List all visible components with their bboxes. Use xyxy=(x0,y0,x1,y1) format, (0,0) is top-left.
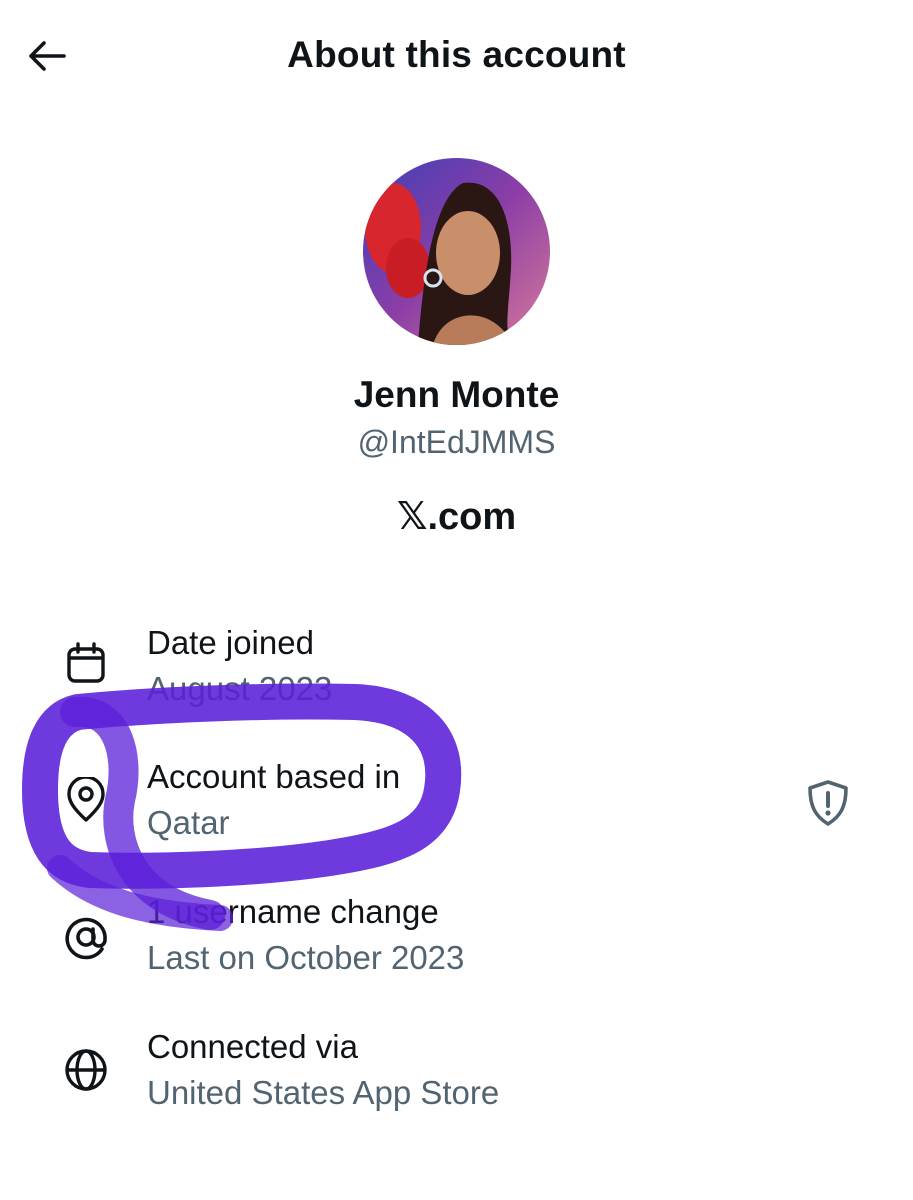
display-name: Jenn Monte xyxy=(353,374,560,415)
detail-value: Qatar xyxy=(147,804,230,841)
top-bar: About this account xyxy=(0,0,913,112)
page-title: About this account xyxy=(287,34,626,75)
detail-value: United States App Store xyxy=(147,1074,500,1111)
profile-photo xyxy=(363,158,550,345)
detail-row-account-based-in: Account based in Qatar xyxy=(0,758,913,868)
detail-label: Connected via xyxy=(147,1028,358,1065)
detail-label: Account based in xyxy=(147,758,401,795)
globe-icon xyxy=(58,1042,114,1098)
detail-row-username-change: 1 username change Last on October 2023 xyxy=(0,893,913,1003)
detail-label: 1 username change xyxy=(147,893,439,930)
detail-label: Date joined xyxy=(147,624,314,661)
shield-alert-button[interactable] xyxy=(800,775,856,831)
detail-value: August 2023 xyxy=(147,670,333,707)
at-sign-icon xyxy=(58,909,114,965)
location-pin-icon xyxy=(58,772,114,828)
shield-alert-icon xyxy=(808,780,848,826)
detail-row-connected-via: Connected via United States App Store xyxy=(0,1028,913,1138)
platform-label: 𝕏.com xyxy=(396,496,517,538)
detail-row-date-joined: Date joined August 2023 xyxy=(0,624,913,734)
calendar-icon xyxy=(58,636,114,692)
avatar[interactable] xyxy=(363,158,550,345)
detail-value: Last on October 2023 xyxy=(147,939,465,976)
username-handle: @IntEdJMMS xyxy=(357,424,556,460)
